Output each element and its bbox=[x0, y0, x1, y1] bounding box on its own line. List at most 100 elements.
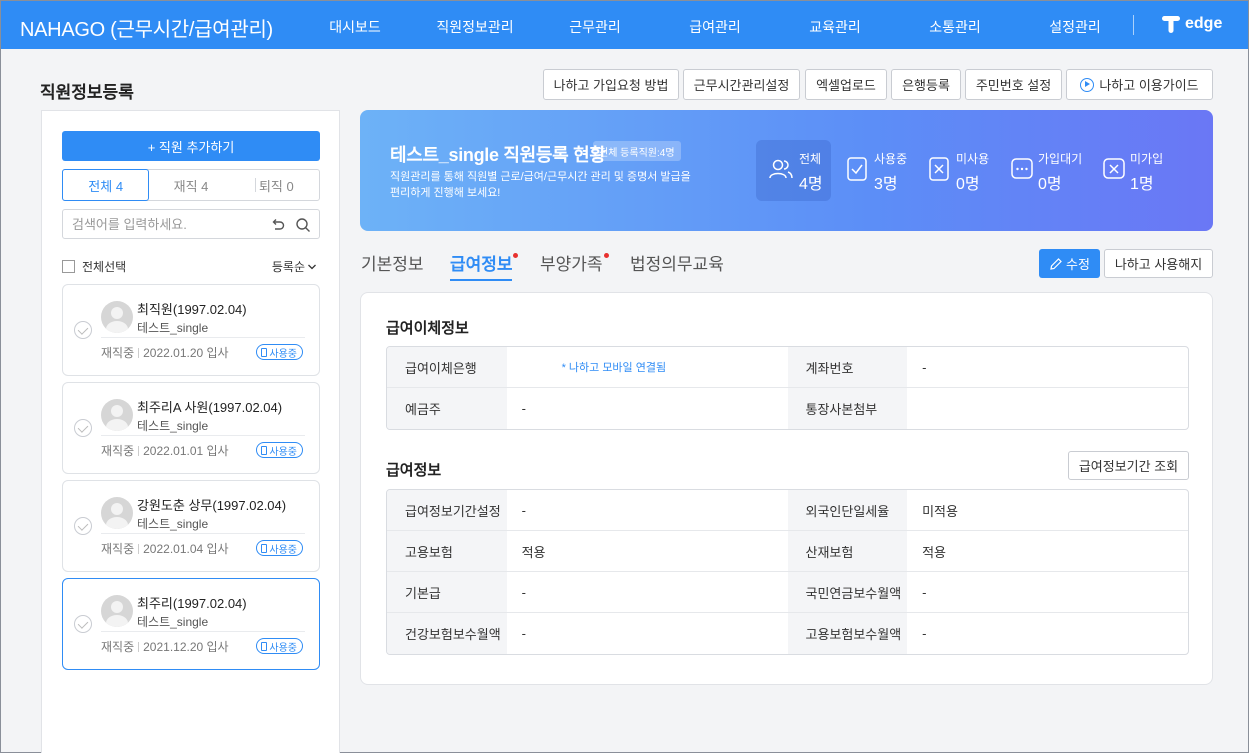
resident-number-settings-button[interactable]: 주민번호 설정 bbox=[965, 69, 1062, 100]
employee-meta: 재직중 2022.01.20 입사 bbox=[101, 344, 229, 361]
t-logo-icon bbox=[1162, 16, 1180, 33]
search-input[interactable] bbox=[63, 210, 253, 238]
employee-company: 테스트_single bbox=[137, 321, 209, 335]
stat-pending-label: 가입대기 bbox=[1038, 152, 1083, 166]
add-employee-button[interactable]: + 직원 추가하기 bbox=[62, 131, 320, 161]
cell-label: 기본급 bbox=[387, 572, 507, 612]
nav-communication[interactable]: 소통관리 bbox=[910, 17, 1000, 37]
status-badge: 사용중 bbox=[256, 638, 303, 654]
filter-all[interactable]: 전체 4 bbox=[62, 169, 150, 201]
cancel-service-button[interactable]: 나하고 사용해지 bbox=[1104, 249, 1213, 278]
salary-info-card: 급여이체정보 급여이체은행 * 나하고 모바일 연결됨 계좌번호 - 예금주 -… bbox=[360, 292, 1213, 685]
phone-icon bbox=[261, 347, 268, 357]
total-employees-badge: 전체 등록직원:4명 bbox=[593, 141, 681, 161]
tab-mandatory-education[interactable]: 법정의무교육 bbox=[630, 250, 724, 275]
salary-period-lookup-button[interactable]: 급여정보기간 조회 bbox=[1068, 451, 1189, 480]
employee-join-date: 2021.12.20 입사 bbox=[143, 640, 229, 654]
users-icon bbox=[769, 159, 793, 179]
avatar bbox=[101, 595, 133, 627]
edge-logo-text: edge bbox=[1185, 15, 1223, 32]
nav-payroll[interactable]: 급여관리 bbox=[670, 17, 760, 37]
app-brand[interactable]: NAHAGO (근무시간/급여관리) bbox=[20, 13, 273, 42]
cell-label: 고용보험보수월액 bbox=[787, 613, 908, 654]
stat-unused-label: 미사용 bbox=[956, 152, 990, 166]
transfer-info-table: 급여이체은행 * 나하고 모바일 연결됨 계좌번호 - 예금주 - 통장사본첨부 bbox=[386, 346, 1189, 430]
employee-company: 테스트_single bbox=[137, 419, 209, 433]
check-circle-icon[interactable] bbox=[74, 321, 92, 339]
pending-icon bbox=[1011, 158, 1033, 179]
filter-employed[interactable]: 재직 4 bbox=[148, 170, 233, 200]
cell-value: - bbox=[922, 359, 927, 375]
search-icon[interactable] bbox=[295, 217, 311, 233]
avatar bbox=[101, 399, 133, 431]
salary-info-table: 급여정보기간설정 - 외국인단일세율 미적용 고용보험 적용 산재보험 적용 기… bbox=[386, 489, 1189, 655]
sort-dropdown[interactable]: 등록순 bbox=[272, 258, 317, 275]
employee-card[interactable]: 최직원(1997.02.04) 테스트_single 재직중 2022.01.20… bbox=[62, 284, 320, 376]
employee-company: 테스트_single bbox=[137, 615, 209, 629]
employee-meta: 재직중 2022.01.04 입사 bbox=[101, 540, 229, 557]
cell-label: 예금주 bbox=[387, 388, 507, 429]
banner-title: 테스트_single 직원등록 현황 bbox=[390, 145, 606, 165]
page-title: 직원정보등록 bbox=[40, 83, 134, 102]
nav-settings[interactable]: 설정관리 bbox=[1030, 17, 1120, 37]
employee-card[interactable]: 최주리A 사원(1997.02.04) 테스트_single 재직중 2022.0… bbox=[62, 382, 320, 474]
cell-value: - bbox=[521, 584, 526, 600]
stat-unused[interactable]: 미사용 0명 bbox=[916, 140, 996, 201]
table-row: 기본급 - 국민연금보수월액 - bbox=[387, 572, 1188, 613]
employee-company: 테스트_single bbox=[137, 517, 209, 531]
check-circle-icon[interactable] bbox=[74, 517, 92, 535]
status-label: 사용중 bbox=[269, 348, 297, 360]
stat-in-use-value: 3명 bbox=[874, 176, 898, 193]
check-circle-icon[interactable] bbox=[74, 419, 92, 437]
cell-value: - bbox=[922, 584, 927, 600]
top-navigation-bar: NAHAGO (근무시간/급여관리) 대시보드 직원정보관리 근무관리 급여관리… bbox=[1, 1, 1248, 49]
stat-not-joined-value: 1명 bbox=[1130, 176, 1154, 193]
select-all-checkbox[interactable]: 전체선택 bbox=[62, 258, 126, 275]
tab-dependents[interactable]: 부양가족 bbox=[540, 250, 603, 275]
registration-status-banner: 테스트_single 직원등록 현황 전체 등록직원:4명 직원관리를 통해 직… bbox=[360, 110, 1213, 231]
employee-join-date: 2022.01.04 입사 bbox=[143, 542, 229, 556]
pencil-icon bbox=[1050, 257, 1062, 270]
employee-card[interactable]: 강원도춘 상무(1997.02.04) 테스트_single 재직중 2022.0… bbox=[62, 480, 320, 572]
filter-retired[interactable]: 퇴직 0 bbox=[234, 170, 319, 200]
reset-icon[interactable] bbox=[270, 217, 286, 233]
phone-icon bbox=[261, 445, 268, 455]
join-request-guide-button[interactable]: 나하고 가입요청 방법 bbox=[543, 69, 679, 100]
stat-not-joined[interactable]: 미가입 1명 bbox=[1090, 140, 1170, 201]
stat-in-use[interactable]: 사용중 3명 bbox=[834, 140, 914, 201]
phone-icon bbox=[261, 543, 268, 553]
not-joined-icon bbox=[1103, 158, 1125, 179]
play-icon bbox=[1080, 77, 1095, 92]
tab-salary-info[interactable]: 급여정보 bbox=[450, 250, 513, 275]
cell-label: 국민연금보수월액 bbox=[787, 572, 908, 612]
card-divider bbox=[101, 435, 305, 436]
edge-logo[interactable]: edge bbox=[1161, 14, 1222, 34]
employee-join-date: 2022.01.20 입사 bbox=[143, 346, 229, 360]
avatar bbox=[101, 497, 133, 529]
nav-work[interactable]: 근무관리 bbox=[550, 17, 640, 37]
tab-basic-info[interactable]: 기본정보 bbox=[361, 250, 424, 275]
bank-register-button[interactable]: 은행등록 bbox=[891, 69, 961, 100]
cell-label: 계좌번호 bbox=[787, 347, 908, 387]
work-time-settings-button[interactable]: 근무시간관리설정 bbox=[683, 69, 800, 100]
usage-guide-button[interactable]: 나하고 이용가이드 bbox=[1066, 69, 1213, 100]
phone-icon bbox=[261, 641, 268, 651]
edit-button[interactable]: 수정 bbox=[1039, 249, 1100, 278]
stat-total-value: 4명 bbox=[799, 176, 823, 193]
check-circle-icon[interactable] bbox=[74, 615, 92, 633]
cell-value: - bbox=[922, 626, 927, 641]
avatar bbox=[101, 301, 133, 333]
nav-dashboard[interactable]: 대시보드 bbox=[310, 17, 400, 37]
employee-meta: 재직중 2021.12.20 입사 bbox=[101, 638, 229, 655]
stat-total[interactable]: 전체 4명 bbox=[756, 140, 831, 201]
excel-upload-button[interactable]: 엑셀업로드 bbox=[805, 69, 887, 100]
nav-education[interactable]: 교육관리 bbox=[790, 17, 880, 37]
nav-employee-info[interactable]: 직원정보관리 bbox=[430, 17, 520, 37]
stat-pending[interactable]: 가입대기 0명 bbox=[998, 140, 1086, 201]
usage-guide-label: 나하고 이용가이드 bbox=[1099, 78, 1199, 93]
banner-description: 직원관리를 통해 직원별 근로/급여/근무시간 관리 및 증명서 발급을 편리하… bbox=[390, 171, 691, 199]
mobile-connected-link[interactable]: * 나하고 모바일 연결됨 bbox=[507, 347, 788, 387]
status-label: 사용중 bbox=[269, 446, 297, 458]
employee-card-selected[interactable]: 최주리(1997.02.04) 테스트_single 재직중 2021.12.20… bbox=[62, 578, 320, 670]
active-tab-underline bbox=[450, 279, 512, 281]
